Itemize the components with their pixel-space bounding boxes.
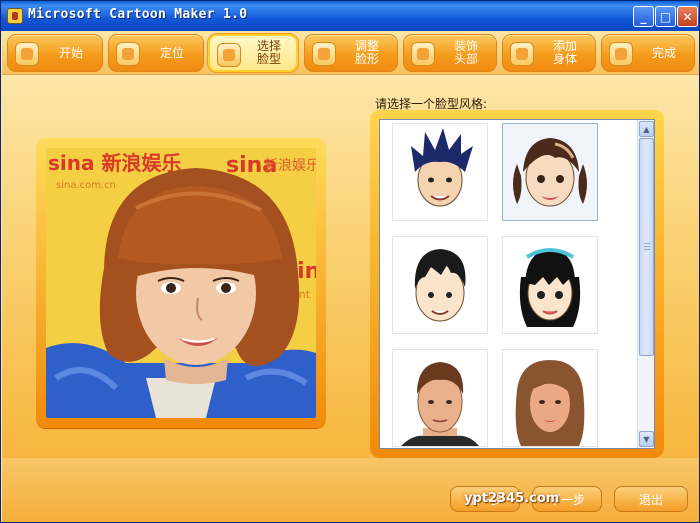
title-bar[interactable]: Microsoft Cartoon Maker 1.0 _ □ ✕ xyxy=(1,1,699,31)
scroll-down-arrow-icon[interactable]: ▼ xyxy=(639,431,654,447)
minimize-button[interactable]: _ xyxy=(633,6,654,27)
short-hair-boy-face-icon xyxy=(414,249,466,322)
finish-icon xyxy=(609,42,633,66)
portrait-illustration: sina 新浪娱乐 sina.com.cn sina 新浪娱乐 sin ent xyxy=(46,148,316,418)
pigtail-girl-face-icon xyxy=(513,138,587,207)
step-toolbar: 开始 定位 选择 脸型 调整 脸形 装饰 头部 添加 身体 完成 xyxy=(2,31,699,75)
face-option-4[interactable] xyxy=(502,236,598,334)
watermark-text: ypt2345.com xyxy=(464,491,560,506)
face-option-5[interactable] xyxy=(392,349,488,447)
scroll-thumb[interactable] xyxy=(639,138,654,356)
face-option-2[interactable] xyxy=(502,123,598,221)
main-content: sina 新浪娱乐 sina.com.cn sina 新浪娱乐 sin ent xyxy=(2,76,699,522)
start-icon xyxy=(15,42,39,66)
step-label: 开始 xyxy=(58,45,83,60)
realistic-man-face-icon xyxy=(401,362,479,446)
step-label: 完成 xyxy=(651,45,676,60)
face-option-3[interactable] xyxy=(392,236,488,334)
step-choose-face[interactable]: 选择 脸型 xyxy=(208,34,298,72)
step-locate[interactable]: 定位 xyxy=(108,34,204,72)
window-title: Microsoft Cartoon Maker 1.0 xyxy=(28,7,248,22)
long-hair-woman-face-icon xyxy=(515,360,585,446)
exit-button[interactable]: 退出 xyxy=(614,486,688,512)
face-style-list[interactable]: ▲ ▼ xyxy=(379,119,655,449)
backdrop-url: sina.com.cn xyxy=(56,180,116,191)
step-label: 调整 脸形 xyxy=(354,39,379,66)
maximize-button[interactable]: □ xyxy=(655,6,676,27)
scroll-up-arrow-icon[interactable]: ▲ xyxy=(639,121,654,137)
step-label: 选择 脸型 xyxy=(256,39,281,66)
face-list-frame: ▲ ▼ xyxy=(370,110,664,458)
step-adjust-face[interactable]: 调整 脸形 xyxy=(304,34,398,72)
photo-frame: sina 新浪娱乐 sina.com.cn sina 新浪娱乐 sin ent xyxy=(36,138,326,428)
face-grid-icon xyxy=(217,43,241,67)
step-label: 装饰 头部 xyxy=(453,39,478,66)
step-label: 添加 身体 xyxy=(552,39,577,66)
step-label: 定位 xyxy=(159,45,184,60)
step-decorate-head[interactable]: 装饰 头部 xyxy=(403,34,497,72)
step-finish[interactable]: 完成 xyxy=(601,34,695,72)
face-option-1[interactable] xyxy=(392,123,488,221)
backdrop-logo: sina 新浪娱乐 xyxy=(48,151,181,175)
spiky-boy-face-icon xyxy=(411,128,473,207)
step-add-body[interactable]: 添加 身体 xyxy=(502,34,596,72)
backdrop-brand: 新浪娱乐 xyxy=(264,158,316,174)
close-button[interactable]: ✕ xyxy=(677,6,698,27)
decorate-head-icon xyxy=(411,42,435,66)
face-option-6[interactable] xyxy=(502,349,598,447)
step-start[interactable]: 开始 xyxy=(7,34,103,72)
locate-icon xyxy=(116,42,140,66)
app-window: Microsoft Cartoon Maker 1.0 _ □ ✕ 开始 定位 … xyxy=(0,0,700,523)
face-list-scrollbar[interactable]: ▲ ▼ xyxy=(637,120,654,448)
scroll-grip-icon xyxy=(644,243,650,251)
app-icon[interactable] xyxy=(7,8,23,24)
bangs-girl-face-icon xyxy=(519,248,581,327)
source-photo: sina 新浪娱乐 sina.com.cn sina 新浪娱乐 sin ent xyxy=(46,148,316,418)
adjust-face-icon xyxy=(312,42,336,66)
add-body-icon xyxy=(510,42,534,66)
